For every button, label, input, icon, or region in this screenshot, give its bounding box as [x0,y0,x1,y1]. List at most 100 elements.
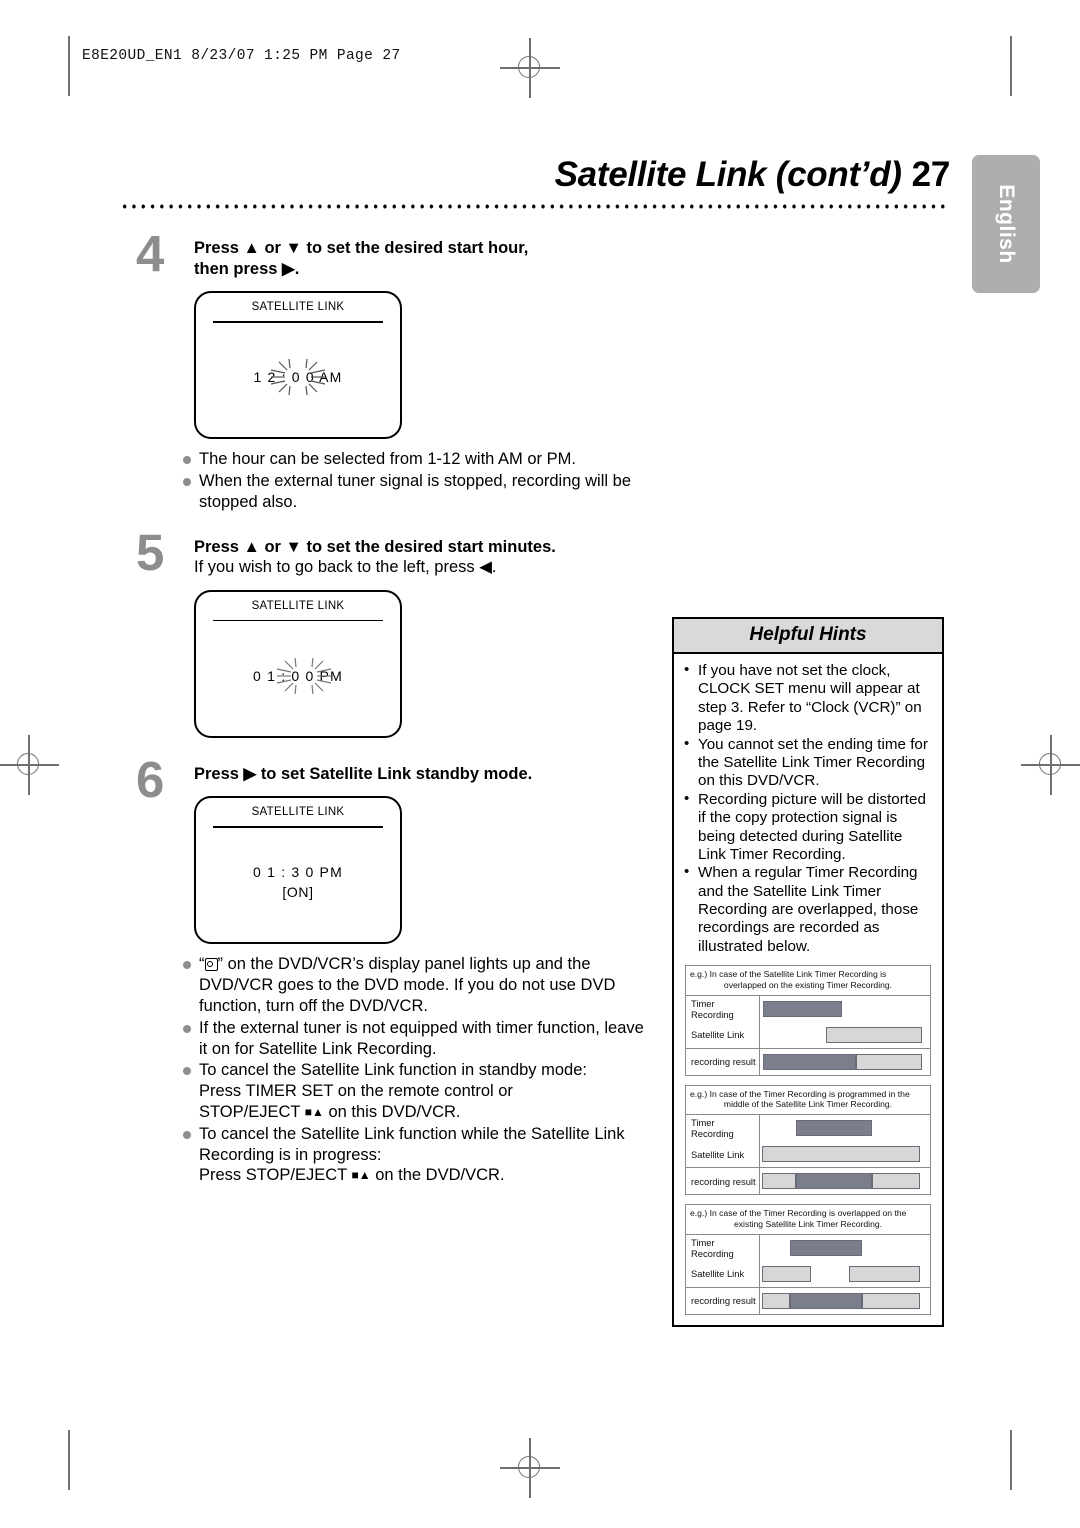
satellite-link-bar-b [849,1265,921,1282]
step-6-screen-rule [213,826,383,829]
diagram-3-caption-line2: existing Satellite Link Timer Recording. [733,1218,883,1229]
diagram-3-label-timer: Timer Recording [686,1234,760,1261]
page-title: Satellite Link (cont’d) 27 [554,155,951,195]
step-5-screen: SATELLITE LINK 0 1: 0 0 PM [194,589,402,738]
step-4-notes: The hour can be selected from 1-12 with … [182,449,656,512]
instruction-column: 4 Press ▲ or ▼ to set the desired start … [136,228,656,1187]
diagram-3-track-satellite [760,1261,925,1287]
diagram-row: Timer Recording [686,1115,930,1142]
diagram-3-track-timer [760,1235,925,1261]
note-quote-open: “ [199,955,205,974]
step-6-note-1: “” on the DVD/VCR’s display panel lights… [182,954,656,1016]
step-6-note-2: If the external tuner is not equipped wi… [182,1018,656,1060]
registration-mark-right [1021,735,1080,795]
step-6-note-3-line3: STOP/EJECT ■▲ on this DVD/VCR. [199,1102,656,1123]
page-number: 27 [911,155,951,194]
helpful-hints-body: If you have not set the clock, CLOCK SET… [674,654,942,1325]
step-6-heading: Press ▶ to set Satellite Link standby mo… [194,764,533,783]
step-4-screen-rule [213,321,383,323]
trim-mark-top-right [1010,36,1012,96]
registration-mark-top [500,38,560,98]
helpful-hints-panel: Helpful Hints If you have not set the cl… [672,617,944,1327]
stop-eject-prefix-2: Press STOP/EJECT [199,1166,352,1185]
language-tab: English [972,155,1040,293]
step-5-screen-title: SATELLITE LINK [251,599,345,612]
diagram-2-caption-line1: e.g.) In case of the Timer Recording is … [690,1088,910,1099]
step-6-number: 6 [136,750,165,808]
diagram-1-label-timer: Timer Recording [686,995,760,1022]
step-6-note-4-line2: Press STOP/EJECT ■▲ on the DVD/VCR. [199,1165,656,1186]
diagram-3-label-result: recording result [686,1287,760,1314]
hint-item: If you have not set the clock, CLOCK SET… [683,661,933,736]
diagram-2-label-timer: Timer Recording [686,1115,760,1142]
diagram-2-caption-line2: middle of the Satellite Link Timer Recor… [723,1099,893,1110]
diagram-1-caption-line2: overlapped on the existing Timer Recordi… [723,979,893,990]
diagram-row: Satellite Link [686,1260,930,1287]
result-satellite-segment [872,1173,921,1190]
satellite-link-bar [826,1026,922,1043]
diagram-2-label-satellite: Satellite Link [686,1141,760,1168]
stop-eject-icon: ■▲ [304,1104,324,1119]
step-5-subtext: If you wish to go back to the left, pres… [194,558,497,577]
result-satellite-segment [862,1292,921,1309]
diagram-1-caption: e.g.) In case of the Satellite Link Time… [686,966,930,996]
step-4-screen-time: 1 2 : 0 0 AM [253,369,343,386]
step-6-screen: SATELLITE LINK 0 1 : 3 0 PM [ON] [194,796,402,945]
result-timer-segment [789,1292,863,1309]
timer-recording-bar [796,1120,873,1137]
timer-recording-bar [763,1000,843,1017]
stop-eject-suffix-2: on the DVD/VCR. [370,1166,505,1185]
diagram-row: Timer Recording [686,995,930,1022]
diagram-row: recording result [686,1286,930,1314]
step-5-screen-time-row: 0 1 : 0 0 PM [196,657,400,694]
step-6-screen-status: [ON] [282,884,314,901]
step-4-note-2: When the external tuner signal is stoppe… [182,471,656,513]
result-satellite-segment [855,1053,922,1070]
diagram-1-track-result [760,1049,925,1075]
timer-recording-bar [789,1239,863,1256]
step-4: 4 Press ▲ or ▼ to set the desired start … [136,228,656,513]
step-4-heading: Press ▲ or ▼ to set the desired start ho… [194,238,656,279]
diagram-3-label-satellite: Satellite Link [686,1260,760,1287]
overlap-diagram-1: e.g.) In case of the Satellite Link Time… [685,965,931,1076]
step-6-note-3: To cancel the Satellite Link function in… [182,1060,656,1122]
diagram-3-rows: Timer Recording Satellite Link recording… [686,1234,930,1314]
step-4-screen: SATELLITE LINK 1 2: 0 0 AM [194,291,402,440]
overlap-diagram-2: e.g.) In case of the Timer Recording is … [685,1084,931,1196]
diagram-1-track-satellite [760,1022,925,1048]
diagram-1-rows: Timer Recording Satellite Link recording… [686,995,930,1075]
diagram-2-track-timer [760,1115,925,1141]
page-title-text: Satellite Link (cont’d) [554,155,902,194]
diagram-3-caption-line1: e.g.) In case of the Timer Recording is … [690,1208,907,1219]
stop-eject-prefix: STOP/EJECT [199,1102,305,1121]
step-6-notes: “” on the DVD/VCR’s display panel lights… [182,954,656,1186]
step-6-screen-title: SATELLITE LINK [251,806,345,819]
step-5: 5 Press ▲ or ▼ to set the desired start … [136,527,656,738]
diagram-2-track-result [760,1168,925,1194]
step-5-number: 5 [136,523,165,581]
step-6-note-4: To cancel the Satellite Link function wh… [182,1124,656,1186]
step-6-note-3-line1: To cancel the Satellite Link function in… [199,1061,587,1080]
diagram-3-track-result [760,1288,925,1314]
hint-item: You cannot set the ending time for the S… [683,735,933,791]
diagram-1-track-timer [760,996,925,1022]
diagram-row: Satellite Link [686,1021,930,1048]
trim-mark-top-left [68,36,70,96]
stop-eject-icon: ■▲ [351,1168,371,1183]
step-5-screen-time: 0 1 : 0 0 PM [253,667,343,684]
diagram-2-label-result: recording result [686,1168,760,1195]
result-satellite-segment [761,1173,797,1190]
diagram-2-track-satellite [760,1141,925,1167]
display-panel-icon [204,958,218,972]
diagram-row: Satellite Link [686,1141,930,1168]
result-satellite-segment [761,1292,790,1309]
trim-mark-bottom-right [1010,1430,1012,1490]
step-4-screen-time-row: 1 2 : 0 0 AM [196,359,400,396]
hint-item: When a regular Timer Recording and the S… [683,863,933,956]
diagram-1-label-satellite: Satellite Link [686,1021,760,1048]
helpful-hints-title: Helpful Hints [674,619,942,654]
overlap-diagram-3: e.g.) In case of the Timer Recording is … [685,1204,931,1315]
registration-mark-left [0,735,59,795]
step-4-heading-line1: Press ▲ or ▼ to set the desired start ho… [194,239,529,257]
step-6-note-1-text: ” on the DVD/VCR’s display panel lights … [199,955,616,1016]
